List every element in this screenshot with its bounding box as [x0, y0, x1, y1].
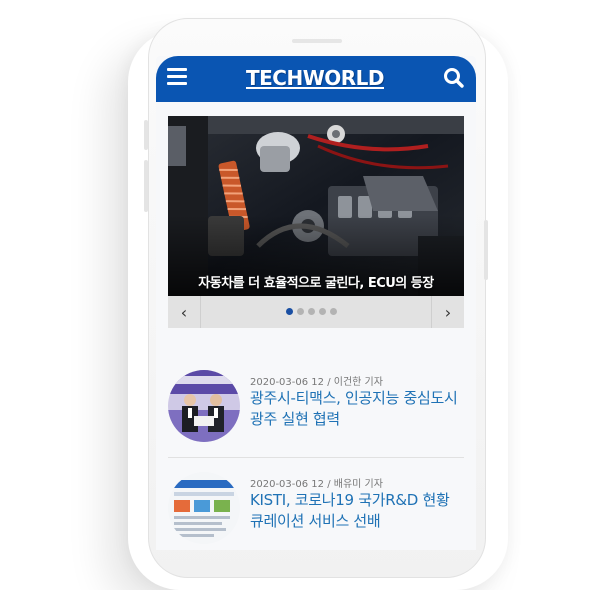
- slide-caption[interactable]: 자동차를 더 효율적으로 굴린다, ECU의 등장: [168, 266, 464, 296]
- news-list-item[interactable]: 2020-03-06 12 / 이건한 기자 광주시-티맥스, 인공지능 중심도…: [168, 370, 464, 446]
- slider-dot[interactable]: [308, 308, 315, 315]
- news-title-link[interactable]: KISTI, 코로나19 국가R&D 현황 큐레이션 서비스 선배: [250, 490, 464, 532]
- chevron-right-icon: ›: [444, 302, 452, 322]
- slider-dot[interactable]: [330, 308, 337, 315]
- site-logo[interactable]: TECHWORLD: [242, 65, 388, 91]
- news-title-link[interactable]: 광주시-티맥스, 인공지능 중심도시 광주 실현 협력: [250, 388, 464, 430]
- phone-side-button: [484, 220, 488, 280]
- list-divider: [168, 457, 464, 458]
- news-thumbnail[interactable]: [168, 472, 240, 544]
- news-meta: 2020-03-06 12 / 이건한 기자: [250, 377, 383, 388]
- news-list-item[interactable]: 2020-03-06 12 / 배유미 기자 KISTI, 코로나19 국가R&…: [168, 472, 464, 548]
- news-meta: 2020-03-06 12 / 배유미 기자: [250, 479, 383, 490]
- news-thumbnail[interactable]: [168, 370, 240, 442]
- phone-side-button: [144, 120, 148, 150]
- app-header: TECHWORLD: [156, 56, 476, 102]
- slider-nav-bar: ‹ ›: [168, 296, 464, 328]
- chevron-left-icon: ‹: [180, 302, 188, 322]
- phone-side-button: [144, 160, 148, 212]
- search-icon[interactable]: [443, 67, 465, 89]
- slider-next-button[interactable]: ›: [431, 296, 464, 328]
- slider-dot[interactable]: [286, 308, 293, 315]
- slider-prev-button[interactable]: ‹: [168, 296, 201, 328]
- slider-dot[interactable]: [319, 308, 326, 315]
- phone-screen: TECHWORLD 자동차를 더 효율적으로 굴린다, ECU의 등장 ‹ › …: [156, 56, 476, 550]
- featured-slider: 자동차를 더 효율적으로 굴린다, ECU의 등장 ‹ ›: [168, 116, 464, 328]
- slider-dot[interactable]: [297, 308, 304, 315]
- phone-speaker: [292, 39, 342, 43]
- hamburger-menu-icon[interactable]: [167, 68, 187, 88]
- slider-dots: [286, 308, 337, 316]
